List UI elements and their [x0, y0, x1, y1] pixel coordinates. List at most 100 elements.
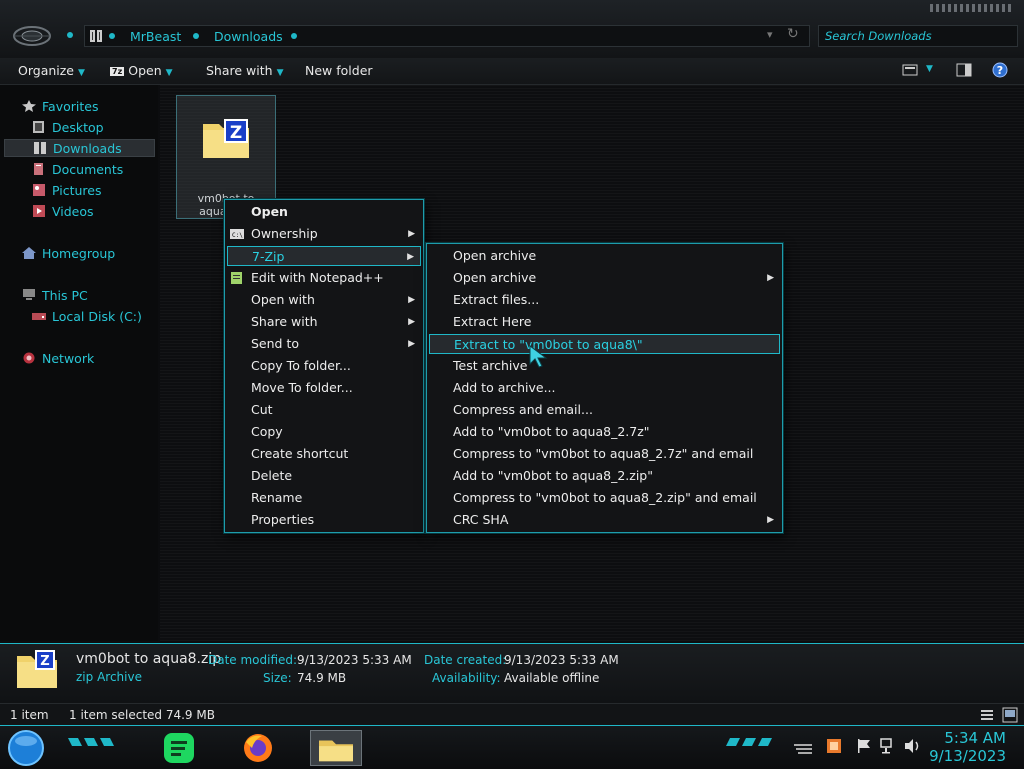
menu-item-send-to[interactable]: Send to ▶ [227, 334, 421, 354]
sidebar-item-this-pc[interactable]: This PC [22, 288, 88, 306]
sidebar-item-pictures[interactable]: Pictures [32, 183, 102, 201]
menu-item-compress-and-email[interactable]: Compress and email... [429, 400, 780, 420]
flag-icon[interactable] [856, 738, 872, 754]
mouse-cursor-icon [529, 345, 548, 368]
firefox-icon[interactable] [238, 730, 278, 766]
svg-text:?: ? [997, 64, 1003, 77]
menu-item-add-to-7z[interactable]: Add to "vm0bot to aqua8_2.7z" [429, 422, 780, 442]
open-button[interactable]: 7z Open ▼ [110, 63, 173, 78]
menu-item-add-to-zip[interactable]: Add to "vm0bot to aqua8_2.zip" [429, 466, 780, 486]
help-icon[interactable]: ? [992, 62, 1008, 78]
command-bar: Organize ▼ 7z Open ▼ Share with ▼ New folder… [0, 58, 1024, 85]
menu-item-ownership[interactable]: C:\ Ownership ▶ [227, 224, 421, 244]
desktop-label: Desktop [52, 120, 104, 135]
breadcrumb-separator [109, 33, 115, 39]
network-tray-icon[interactable] [880, 738, 896, 754]
show-hidden-icons-icon[interactable] [792, 740, 814, 756]
sidebar-item-favorites[interactable]: Favorites [22, 99, 98, 117]
system-clock[interactable]: 5:34 AM 9/13/2023 [929, 729, 1006, 765]
menu-item-label: CRC SHA [453, 512, 509, 527]
breadcrumb-mrbeast[interactable]: MrBeast [130, 29, 181, 44]
refresh-icon[interactable]: ↻ [787, 26, 799, 42]
submenu-arrow-icon: ▶ [408, 317, 415, 327]
menu-item-7zip[interactable]: 7-Zip ▶ [227, 246, 421, 266]
submenu-arrow-icon: ▶ [408, 295, 415, 305]
address-bar[interactable]: MrBeast Downloads ▾ ↻ [84, 25, 810, 47]
menu-item-rename[interactable]: Rename [227, 488, 421, 508]
organize-label: Organize [18, 63, 74, 78]
menu-item-compress-zip-email[interactable]: Compress to "vm0bot to aqua8_2.zip" and … [429, 488, 780, 508]
sidebar-item-network[interactable]: Network [22, 351, 94, 369]
sidebar-item-homegroup[interactable]: Homegroup [22, 246, 115, 264]
menu-item-crc-sha[interactable]: CRC SHA ▶ [429, 510, 780, 530]
menu-item-extract-files[interactable]: Extract files... [429, 290, 780, 310]
menu-item-label: Compress and email... [453, 402, 593, 417]
menu-item-open-with[interactable]: Open with ▶ [227, 290, 421, 310]
menu-item-compress-7z-email[interactable]: Compress to "vm0bot to aqua8_2.7z" and e… [429, 444, 780, 464]
view-dropdown-icon[interactable]: ▼ [926, 64, 933, 74]
history-dot[interactable] [67, 32, 73, 38]
share-with-button[interactable]: Share with ▼ [206, 63, 284, 78]
sidebar-item-downloads[interactable]: Downloads [4, 139, 155, 157]
menu-item-copy-to-folder[interactable]: Copy To folder... [227, 356, 421, 376]
preview-pane-icon[interactable] [956, 62, 972, 78]
menu-item-extract-here[interactable]: Extract Here [429, 312, 780, 332]
window-controls[interactable] [930, 4, 1014, 12]
menu-item-open-archive-submenu[interactable]: Open archive ▶ [429, 268, 780, 288]
new-folder-button[interactable]: New folder [305, 63, 373, 78]
menu-item-label: Add to "vm0bot to aqua8_2.zip" [453, 468, 653, 483]
organize-button[interactable]: Organize ▼ [18, 63, 85, 78]
taskbar-decoration [726, 738, 772, 746]
svg-text:Z: Z [230, 123, 242, 143]
spotify-icon[interactable] [160, 730, 200, 766]
sidebar-item-documents[interactable]: Documents [32, 162, 123, 180]
tray-app-icon[interactable] [826, 738, 842, 754]
downloads-label: Downloads [53, 141, 122, 156]
start-orb-icon[interactable] [6, 729, 46, 767]
search-box[interactable]: Search Downloads [818, 25, 1018, 47]
menu-item-move-to-folder[interactable]: Move To folder... [227, 378, 421, 398]
menu-item-label: Rename [251, 490, 303, 505]
menu-item-edit-notepadpp[interactable]: Edit with Notepad++ [227, 268, 421, 288]
menu-item-cut[interactable]: Cut [227, 400, 421, 420]
date-modified-value: 9/13/2023 5:33 AM [297, 653, 412, 667]
downloads-icon [34, 142, 46, 154]
menu-item-share-with[interactable]: Share with ▶ [227, 312, 421, 332]
volume-icon[interactable] [904, 738, 922, 754]
change-view-icon[interactable] [902, 62, 918, 78]
sidebar-item-videos[interactable]: Videos [32, 204, 94, 222]
menu-item-extract-to-folder[interactable]: Extract to "vm0bot to aqua8\" [429, 334, 780, 354]
pictures-label: Pictures [52, 183, 102, 198]
sidebar-item-local-disk[interactable]: Local Disk (C:) [32, 309, 142, 327]
menu-item-open-archive[interactable]: Open archive [429, 246, 780, 266]
back-forward-icon[interactable] [12, 24, 52, 48]
menu-item-test-archive[interactable]: Test archive [429, 356, 780, 376]
menu-item-create-shortcut[interactable]: Create shortcut [227, 444, 421, 464]
share-with-label: Share with [206, 63, 273, 78]
menu-item-properties[interactable]: Properties [227, 510, 421, 530]
date-modified-label: Date modified: [208, 653, 298, 667]
sidebar-item-desktop[interactable]: Desktop [32, 120, 104, 138]
breadcrumb-separator[interactable] [291, 33, 297, 39]
menu-item-label: 7-Zip [252, 249, 285, 264]
menu-item-add-to-archive[interactable]: Add to archive... [429, 378, 780, 398]
menu-item-open[interactable]: Open [227, 202, 421, 222]
submenu-arrow-icon: ▶ [767, 515, 774, 525]
large-icons-view-icon[interactable] [1002, 707, 1018, 723]
console-icon: C:\ [230, 229, 244, 239]
menu-item-copy[interactable]: Copy [227, 422, 421, 442]
menu-item-label: Test archive [453, 358, 528, 373]
svg-text:Z: Z [40, 654, 49, 669]
details-view-icon[interactable] [980, 708, 994, 722]
this-pc-label: This PC [42, 288, 88, 303]
menu-item-delete[interactable]: Delete [227, 466, 421, 486]
address-dropdown-icon[interactable]: ▾ [767, 28, 773, 41]
breadcrumb-downloads[interactable]: Downloads [214, 29, 283, 44]
search-input[interactable]: Search Downloads [825, 29, 932, 43]
selection-info: 1 item selected 74.9 MB [69, 708, 215, 722]
network-label: Network [42, 351, 95, 366]
svg-text:C:\: C:\ [232, 232, 243, 239]
chevron-down-icon: ▼ [165, 68, 173, 78]
file-explorer-icon[interactable] [310, 730, 362, 766]
menu-item-label: Copy [251, 424, 283, 439]
